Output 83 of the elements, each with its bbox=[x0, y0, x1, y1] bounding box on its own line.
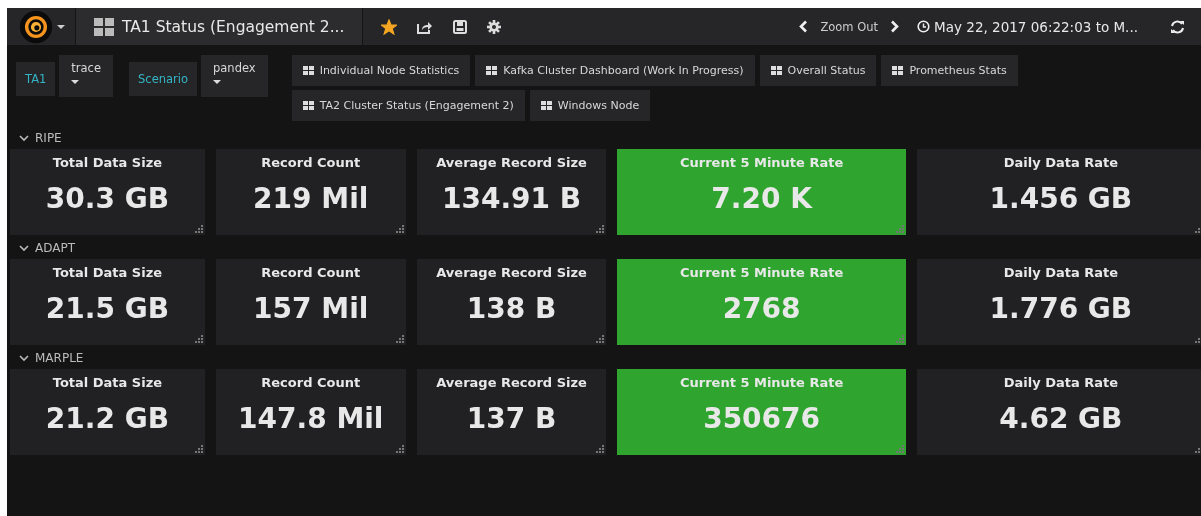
resize-handle-icon[interactable] bbox=[194, 335, 203, 343]
panel-title: Record Count bbox=[261, 155, 361, 170]
resize-handle-icon[interactable] bbox=[596, 445, 605, 453]
dashboard-link[interactable]: Individual Node Statistics bbox=[291, 55, 471, 86]
stat-value: 1.776 GB bbox=[989, 292, 1133, 325]
variable-label: Scenario bbox=[129, 62, 197, 96]
stat-value: 138 B bbox=[466, 292, 557, 325]
stat-value: 1.456 GB bbox=[989, 182, 1133, 215]
panel-title: Daily Data Rate bbox=[1003, 375, 1119, 390]
panel-title: Current 5 Minute Rate bbox=[679, 375, 844, 390]
logo-icon bbox=[19, 9, 53, 44]
dashboard-title-button[interactable]: TA1 Status (Engagement 2... bbox=[76, 8, 364, 45]
stat-value: 30.3 GB bbox=[45, 182, 169, 215]
stat-value: 21.5 GB bbox=[45, 292, 169, 325]
zoom-out-button[interactable]: Zoom Out bbox=[812, 15, 887, 38]
panel-title: Total Data Size bbox=[52, 155, 163, 170]
share-icon bbox=[417, 19, 434, 34]
stat-value: 147.8 Mil bbox=[238, 402, 384, 435]
dashboard-link[interactable]: Prometheus Stats bbox=[881, 55, 1018, 86]
chevron-icon bbox=[19, 354, 29, 362]
star-icon bbox=[381, 18, 398, 35]
panel-title: Current 5 Minute Rate bbox=[679, 265, 844, 280]
stat-value: 219 Mil bbox=[253, 182, 369, 215]
resize-handle-icon[interactable] bbox=[1195, 445, 1201, 453]
panel-title: Average Record Size bbox=[436, 155, 587, 170]
resize-handle-icon[interactable] bbox=[895, 225, 904, 233]
stat-value: 7.20 K bbox=[711, 182, 812, 215]
grid-icon bbox=[94, 17, 114, 36]
resize-handle-icon[interactable] bbox=[395, 335, 404, 343]
resize-handle-icon[interactable] bbox=[1195, 225, 1201, 233]
variable-dropdown[interactable]: trace bbox=[59, 55, 113, 97]
resize-handle-icon[interactable] bbox=[596, 225, 605, 233]
stat-value: 157 Mil bbox=[253, 292, 369, 325]
stat-value: 21.2 GB bbox=[45, 402, 169, 435]
dashboard-link[interactable]: Overall Status bbox=[759, 55, 877, 86]
clock-icon bbox=[917, 20, 931, 33]
resize-handle-icon[interactable] bbox=[895, 335, 904, 343]
settings-icon bbox=[487, 19, 502, 34]
grid-icon bbox=[770, 66, 782, 75]
chevron-right-icon bbox=[890, 20, 900, 33]
stat-value: 4.62 GB bbox=[999, 402, 1123, 435]
chevron-icon bbox=[19, 244, 29, 252]
row-header[interactable]: RIPE bbox=[7, 125, 70, 149]
row-header[interactable]: MARPLE bbox=[7, 345, 92, 369]
resize-handle-icon[interactable] bbox=[596, 335, 605, 343]
grid-icon bbox=[302, 101, 314, 110]
chevron-left-icon bbox=[799, 20, 809, 33]
panel-title: Total Data Size bbox=[52, 265, 163, 280]
panel-title: Daily Data Rate bbox=[1003, 265, 1119, 280]
panel-title: Daily Data Rate bbox=[1003, 155, 1119, 170]
stat-value: 137 B bbox=[466, 402, 557, 435]
caret-icon bbox=[71, 79, 80, 85]
panel-title: Record Count bbox=[261, 375, 361, 390]
panel-title: Total Data Size bbox=[52, 375, 163, 390]
panel-title: Average Record Size bbox=[436, 265, 587, 280]
variable-dropdown[interactable]: pandex bbox=[201, 55, 268, 97]
resize-handle-icon[interactable] bbox=[194, 445, 203, 453]
chevron-icon bbox=[19, 134, 29, 142]
resize-handle-icon[interactable] bbox=[895, 445, 904, 453]
variable-label: TA1 bbox=[16, 62, 56, 96]
grid-icon bbox=[892, 66, 904, 75]
grid-icon bbox=[540, 101, 552, 110]
caret-icon bbox=[57, 23, 65, 30]
row-header[interactable]: ADAPT bbox=[7, 235, 83, 259]
stat-value: 2768 bbox=[722, 292, 801, 325]
save-icon bbox=[453, 19, 468, 34]
dashboard-link[interactable]: Windows Node bbox=[529, 90, 651, 121]
panel-title: Record Count bbox=[261, 265, 361, 280]
stat-value: 350676 bbox=[703, 402, 821, 435]
grid-icon bbox=[486, 66, 498, 75]
stat-value: 134.91 B bbox=[442, 182, 582, 215]
panel-title: Current 5 Minute Rate bbox=[679, 155, 844, 170]
time-range-button[interactable]: May 22, 2017 06:22:03 to M... bbox=[917, 14, 1138, 39]
grid-icon bbox=[302, 66, 314, 75]
refresh-icon bbox=[1170, 19, 1185, 34]
resize-handle-icon[interactable] bbox=[395, 225, 404, 233]
dashboard-link[interactable]: TA2 Cluster Status (Engagement 2) bbox=[291, 90, 525, 121]
resize-handle-icon[interactable] bbox=[194, 225, 203, 233]
resize-handle-icon[interactable] bbox=[395, 445, 404, 453]
panel-title: Average Record Size bbox=[436, 375, 587, 390]
dashboard-link[interactable]: Kafka Cluster Dashboard (Work In Progress) bbox=[475, 55, 755, 86]
caret-icon bbox=[213, 79, 221, 85]
resize-handle-icon[interactable] bbox=[1195, 335, 1201, 343]
